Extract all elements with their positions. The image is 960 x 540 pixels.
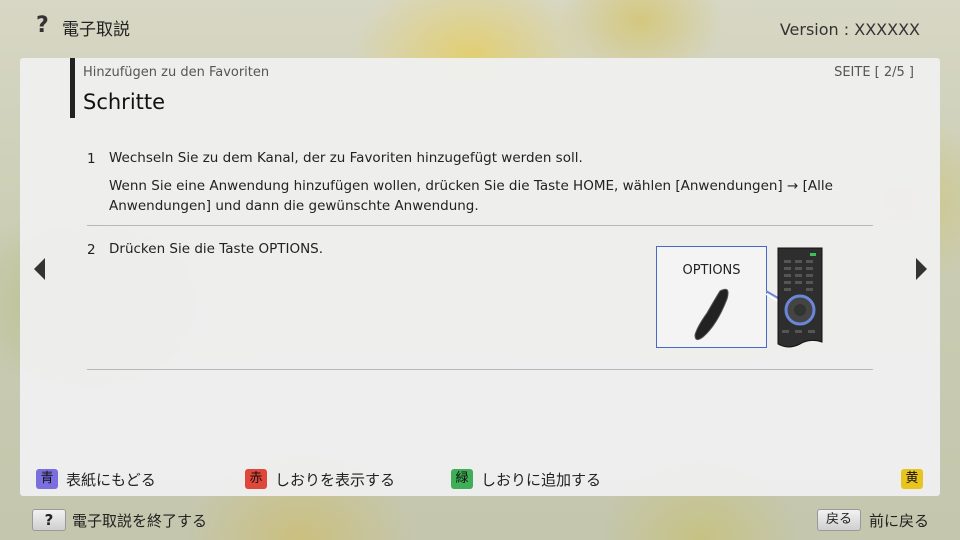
back-label: 前に戻る bbox=[869, 512, 930, 530]
previous-page-icon[interactable] bbox=[34, 258, 45, 280]
remote-control-icon bbox=[766, 247, 823, 348]
step-2-number: 2 bbox=[87, 242, 96, 258]
next-page-icon[interactable] bbox=[916, 258, 927, 280]
top-bar: ? 電子取説 Version : XXXXXX bbox=[0, 0, 960, 56]
legend-red-label: しおりを表示する bbox=[275, 470, 396, 489]
legend-yellow[interactable]: 黄 bbox=[901, 468, 923, 490]
section-divider bbox=[87, 369, 873, 370]
version-label: Version : XXXXXX bbox=[779, 20, 920, 39]
page-title: Schritte bbox=[83, 90, 166, 114]
content-panel: Hinzufügen zu den Favoriten SEITE [ 2/5 … bbox=[20, 58, 940, 496]
page-counter: SEITE [ 2/5 ] bbox=[834, 65, 914, 80]
step-divider bbox=[87, 225, 873, 226]
options-button-illustration: OPTIONS bbox=[656, 246, 767, 348]
question-mark-icon: ? bbox=[36, 13, 49, 38]
help-key-button[interactable]: ? bbox=[32, 509, 66, 531]
step-1-number: 1 bbox=[87, 151, 96, 167]
red-key-icon: 赤 bbox=[245, 469, 267, 489]
app-title: 電子取説 bbox=[62, 20, 130, 40]
legend-blue-label: 表紙にもどる bbox=[66, 470, 156, 489]
legend-blue[interactable]: 青 表紙にもどる bbox=[36, 468, 156, 490]
green-key-icon: 緑 bbox=[451, 469, 473, 489]
breadcrumb: Hinzufügen zu den Favoriten bbox=[83, 65, 270, 80]
step-2-text: Drücken Sie die Taste OPTIONS. bbox=[109, 241, 324, 257]
bottom-bar: ? 電子取説を終了する 戻る 前に戻る bbox=[0, 506, 960, 536]
options-button-shape-icon bbox=[694, 288, 729, 341]
legend-green-label: しおりに追加する bbox=[481, 470, 602, 489]
blue-key-icon: 青 bbox=[36, 469, 58, 489]
exit-help-label: 電子取説を終了する bbox=[72, 512, 208, 530]
legend-red[interactable]: 赤 しおりを表示する bbox=[245, 468, 395, 490]
step-1-note: Wenn Sie eine Anwendung hinzufügen wolle… bbox=[109, 178, 833, 214]
back-key-button[interactable]: 戻る bbox=[817, 509, 861, 531]
title-accent-bar bbox=[70, 58, 75, 118]
step-1-text: Wechseln Sie zu dem Kanal, der zu Favori… bbox=[109, 150, 583, 166]
legend-green[interactable]: 緑 しおりに追加する bbox=[451, 468, 601, 490]
yellow-key-icon: 黄 bbox=[901, 469, 923, 489]
